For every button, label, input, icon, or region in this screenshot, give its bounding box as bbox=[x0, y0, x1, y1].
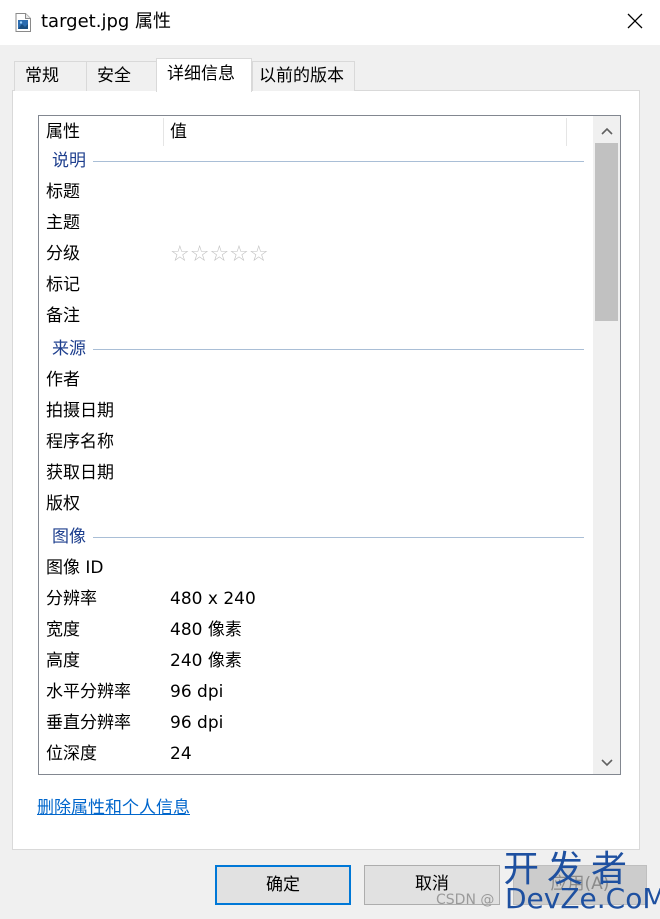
property-name: 作者 bbox=[46, 370, 80, 390]
group-description: 说明 bbox=[39, 147, 593, 175]
property-name: 位深度 bbox=[46, 744, 97, 764]
property-row-rating[interactable]: 分级 ☆☆☆☆☆ bbox=[39, 239, 593, 270]
rating-stars[interactable]: ☆☆☆☆☆ bbox=[170, 239, 269, 272]
property-row-tags[interactable]: 标记 bbox=[39, 270, 593, 301]
property-name: 垂直分辨率 bbox=[46, 713, 131, 733]
property-name: 高度 bbox=[46, 651, 80, 671]
group-image: 图像 bbox=[39, 523, 593, 551]
window-title: target.jpg 属性 bbox=[41, 11, 172, 32]
list-header: 属性 值 bbox=[39, 116, 593, 148]
image-file-icon bbox=[15, 13, 31, 32]
close-button[interactable] bbox=[612, 0, 658, 45]
property-name: 标记 bbox=[46, 275, 80, 295]
watermark-brand: DevZe.CoM bbox=[505, 882, 660, 915]
property-row-height[interactable]: 高度 240 像素 bbox=[39, 646, 593, 677]
tab-details[interactable]: 详细信息 bbox=[156, 58, 252, 92]
property-row-horizontal-resolution[interactable]: 水平分辨率 96 dpi bbox=[39, 677, 593, 708]
property-name: 图像 ID bbox=[46, 558, 104, 578]
property-row-program[interactable]: 程序名称 bbox=[39, 427, 593, 458]
details-panel: 属性 值 说明 标题 主题 分级 ☆☆☆☆☆ 标记 备注 来源 作者 拍摄日期 … bbox=[12, 90, 640, 850]
property-name: 主题 bbox=[46, 213, 80, 233]
property-value: 24 bbox=[170, 744, 192, 764]
tab-previous-versions[interactable]: 以前的版本 bbox=[252, 61, 355, 91]
group-divider bbox=[93, 161, 584, 162]
vertical-scrollbar[interactable] bbox=[593, 116, 620, 774]
property-name: 程序名称 bbox=[46, 432, 114, 452]
property-name: 标题 bbox=[46, 182, 80, 202]
property-value: 96 dpi bbox=[170, 682, 224, 702]
watermark-caption: CSDN @ bbox=[436, 892, 495, 908]
property-name: 分级 bbox=[46, 244, 80, 264]
group-divider bbox=[93, 537, 584, 538]
chevron-up-icon bbox=[600, 120, 613, 139]
property-row-bit-depth[interactable]: 位深度 24 bbox=[39, 739, 593, 770]
tab-general[interactable]: 常规 bbox=[14, 61, 87, 91]
scroll-down-button[interactable] bbox=[593, 748, 620, 774]
property-list[interactable]: 属性 值 说明 标题 主题 分级 ☆☆☆☆☆ 标记 备注 来源 作者 拍摄日期 … bbox=[38, 115, 621, 775]
column-header-property[interactable]: 属性 bbox=[46, 116, 80, 148]
property-value: 240 像素 bbox=[170, 651, 242, 671]
column-header-value[interactable]: 值 bbox=[170, 116, 187, 148]
property-value: 480 x 240 bbox=[170, 589, 256, 609]
close-icon bbox=[627, 13, 643, 33]
property-row-subject[interactable]: 主题 bbox=[39, 208, 593, 239]
property-name: 宽度 bbox=[46, 620, 80, 640]
group-label: 来源 bbox=[52, 339, 86, 359]
star-icon[interactable]: ☆☆☆☆☆ bbox=[170, 239, 269, 270]
group-divider bbox=[93, 349, 584, 350]
column-divider[interactable] bbox=[566, 118, 567, 146]
property-row-date-acquired[interactable]: 获取日期 bbox=[39, 458, 593, 489]
property-row-copyright[interactable]: 版权 bbox=[39, 489, 593, 520]
property-name: 备注 bbox=[46, 306, 80, 326]
property-row-title[interactable]: 标题 bbox=[39, 177, 593, 208]
property-value: 480 像素 bbox=[170, 620, 242, 640]
property-name: 分辨率 bbox=[46, 589, 97, 609]
title-bar: target.jpg 属性 bbox=[0, 0, 660, 45]
property-row-comments[interactable]: 备注 bbox=[39, 301, 593, 332]
group-origin: 来源 bbox=[39, 335, 593, 363]
property-name: 获取日期 bbox=[46, 463, 114, 483]
property-row-width[interactable]: 宽度 480 像素 bbox=[39, 615, 593, 646]
chevron-down-icon bbox=[600, 752, 613, 771]
scrollbar-thumb[interactable] bbox=[595, 143, 618, 321]
property-value: 96 dpi bbox=[170, 713, 224, 733]
property-name: 水平分辨率 bbox=[46, 682, 131, 702]
property-row-author[interactable]: 作者 bbox=[39, 365, 593, 396]
column-divider[interactable] bbox=[163, 118, 164, 146]
tab-security[interactable]: 安全 bbox=[86, 61, 157, 91]
property-row-dimensions[interactable]: 分辨率 480 x 240 bbox=[39, 584, 593, 615]
property-row-image-id[interactable]: 图像 ID bbox=[39, 553, 593, 584]
property-name: 版权 bbox=[46, 494, 80, 514]
ok-button[interactable]: 确定 bbox=[215, 865, 351, 905]
property-name: 拍摄日期 bbox=[46, 401, 114, 421]
group-label: 说明 bbox=[52, 151, 86, 171]
property-row-vertical-resolution[interactable]: 垂直分辨率 96 dpi bbox=[39, 708, 593, 739]
property-row-date-taken[interactable]: 拍摄日期 bbox=[39, 396, 593, 427]
group-label: 图像 bbox=[52, 527, 86, 547]
remove-properties-link[interactable]: 删除属性和个人信息 bbox=[37, 796, 190, 820]
scroll-up-button[interactable] bbox=[593, 116, 620, 142]
